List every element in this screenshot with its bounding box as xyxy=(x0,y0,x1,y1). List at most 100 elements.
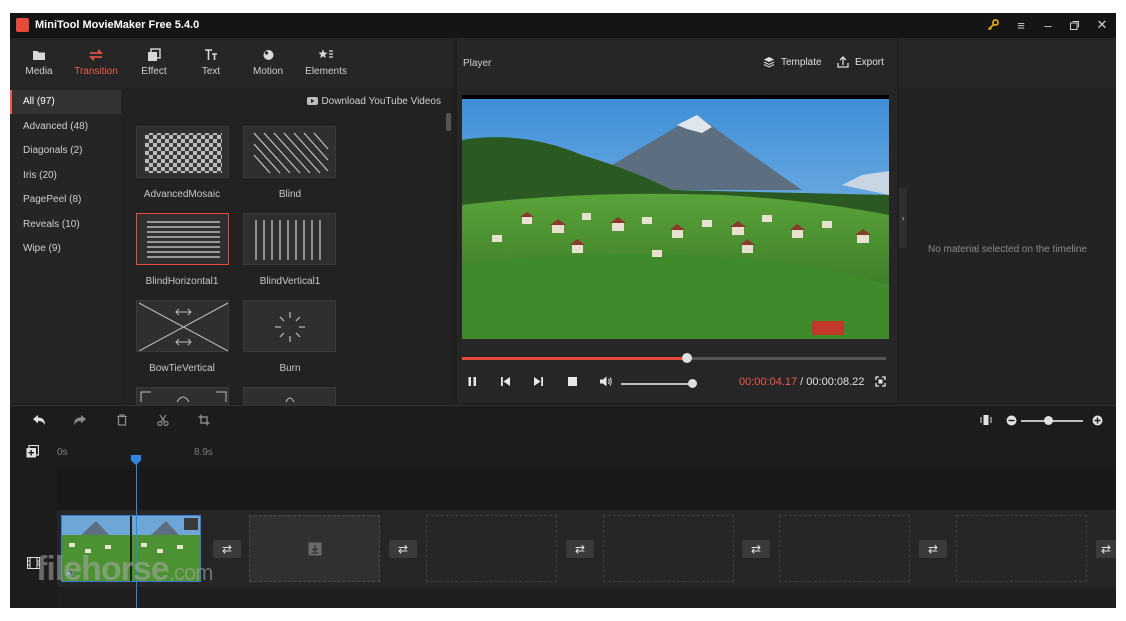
playback-progress-handle[interactable] xyxy=(681,353,692,363)
stop-button[interactable] xyxy=(567,376,578,390)
fit-timeline-button[interactable] xyxy=(980,414,992,429)
player-panel: Player Template Export 00:00:04.17 / 00:… xyxy=(457,38,897,403)
stop-icon xyxy=(568,377,577,386)
minimize-icon[interactable]: – xyxy=(1040,17,1056,33)
transition-slot-5[interactable]: ⇄ xyxy=(919,540,947,558)
add-track-icon xyxy=(26,444,40,458)
transition-thumb-blind[interactable] xyxy=(243,126,336,178)
zoom-slider-handle[interactable] xyxy=(1044,416,1053,425)
app-window: MiniTool MovieMaker Free 5.4.0 ≡ – ✕ Med… xyxy=(10,13,1116,608)
split-button[interactable] xyxy=(157,414,169,429)
watermark-suffix: .com xyxy=(168,560,214,585)
add-track-button[interactable] xyxy=(26,444,40,463)
transition-thumb-partial-2[interactable] xyxy=(243,387,336,407)
transition-thumb-bowtievertical[interactable] xyxy=(136,300,229,352)
clip-drop-slot-1[interactable] xyxy=(249,515,380,582)
clip-drop-slot-5[interactable] xyxy=(956,515,1087,582)
transition-label-burn: Burn xyxy=(279,363,301,374)
layers-icon xyxy=(763,57,775,68)
properties-collapse-toggle[interactable]: › xyxy=(899,188,907,248)
undo-icon xyxy=(33,415,45,425)
next-frame-button[interactable] xyxy=(533,376,544,390)
player-header: Player Template Export xyxy=(457,38,897,88)
title-bar: MiniTool MovieMaker Free 5.4.0 ≡ – ✕ xyxy=(10,13,1116,38)
no-selection-message: No material selected on the timeline xyxy=(928,244,1087,255)
blind-vertical-pattern-icon xyxy=(255,220,321,260)
tab-effect[interactable]: Effect xyxy=(128,47,180,77)
clip-options-icon[interactable] xyxy=(184,518,198,530)
volume-icon xyxy=(600,376,612,387)
transition-thumb-burn[interactable] xyxy=(243,300,336,352)
elements-icon xyxy=(318,49,333,58)
transition-slot-3[interactable]: ⇄ xyxy=(566,540,594,558)
overlay-track[interactable] xyxy=(57,468,1116,510)
transition-thumb-blindhorizontal1[interactable] xyxy=(136,213,229,265)
crop-button[interactable] xyxy=(198,414,210,429)
transition-slot-1[interactable]: ⇄ xyxy=(213,540,241,558)
zoom-out-button[interactable] xyxy=(1006,414,1017,429)
download-youtube-link[interactable]: Download YouTube Videos xyxy=(307,96,441,107)
clip-drop-slot-4[interactable] xyxy=(779,515,910,582)
tab-text[interactable]: Text xyxy=(185,47,237,77)
transition-thumb-partial-1[interactable] xyxy=(136,387,229,407)
transition-icon xyxy=(89,49,103,61)
pause-button[interactable] xyxy=(467,376,478,390)
transition-category-list: All (97) Advanced (48) Diagonals (2) Iri… xyxy=(10,88,121,403)
category-all[interactable]: All (97) xyxy=(10,90,121,114)
playback-progress-bar[interactable] xyxy=(462,353,886,363)
app-title: MiniTool MovieMaker Free 5.4.0 xyxy=(35,19,200,31)
clip-drop-slot-2[interactable] xyxy=(426,515,557,582)
key-icon[interactable] xyxy=(985,17,1001,33)
maximize-icon[interactable] xyxy=(1066,17,1082,33)
clip-drop-slot-3[interactable] xyxy=(603,515,734,582)
category-diagonals[interactable]: Diagonals (2) xyxy=(10,139,121,163)
timeline-ruler[interactable]: 0s 8.9s xyxy=(10,437,1116,468)
template-button[interactable]: Template xyxy=(763,56,822,68)
playback-progress-fill xyxy=(462,357,687,360)
gallery-scrollbar[interactable] xyxy=(446,113,451,131)
fullscreen-icon xyxy=(875,376,886,387)
menu-icon[interactable]: ≡ xyxy=(1013,17,1029,33)
swap-arrows-icon: ⇄ xyxy=(221,542,233,556)
volume-slider[interactable] xyxy=(621,383,693,385)
library-toolbar: Media Transition Effect Text Motion Elem… xyxy=(10,38,453,88)
effect-icon xyxy=(148,48,161,61)
tab-media[interactable]: Media xyxy=(13,47,65,77)
close-icon[interactable]: ✕ xyxy=(1094,17,1110,33)
app-logo-icon xyxy=(16,18,29,32)
category-pagepeel[interactable]: PagePeel (8) xyxy=(10,188,121,212)
transition-thumb-blindvertical1[interactable] xyxy=(243,213,336,265)
transition-slot-2[interactable]: ⇄ xyxy=(389,540,417,558)
category-iris[interactable]: Iris (20) xyxy=(10,164,121,188)
previous-frame-button[interactable] xyxy=(500,376,511,390)
swap-arrows-icon: ⇄ xyxy=(1100,542,1112,556)
export-button[interactable]: Export xyxy=(837,56,884,68)
category-wipe[interactable]: Wipe (9) xyxy=(10,237,121,261)
crop-icon xyxy=(198,414,210,426)
transition-thumb-advancedmosaic[interactable] xyxy=(136,126,229,178)
undo-button[interactable] xyxy=(32,414,46,429)
fullscreen-button[interactable] xyxy=(875,376,886,390)
playback-timecode: 00:00:04.17 / 00:00:08.22 xyxy=(739,376,864,388)
zoom-in-button[interactable] xyxy=(1092,414,1103,429)
current-time: 00:00:04.17 xyxy=(739,376,798,388)
trash-icon xyxy=(117,414,127,426)
transition-gallery: Download YouTube Videos AdvancedMosaic B… xyxy=(121,88,453,407)
tab-elements[interactable]: Elements xyxy=(300,47,352,77)
motion-icon xyxy=(263,50,274,60)
swap-arrows-icon: ⇄ xyxy=(397,542,409,556)
export-label: Export xyxy=(855,56,884,68)
redo-button[interactable] xyxy=(73,414,87,429)
tab-motion[interactable]: Motion xyxy=(242,47,294,77)
category-reveals[interactable]: Reveals (10) xyxy=(10,213,121,237)
tab-transition[interactable]: Transition xyxy=(70,47,122,77)
transition-slot-4[interactable]: ⇄ xyxy=(742,540,770,558)
transition-slot-6[interactable]: ⇄ xyxy=(1096,540,1116,558)
blind-horizontal-pattern-icon xyxy=(147,221,220,258)
watermark-text: filehorse xyxy=(36,550,170,588)
volume-slider-handle[interactable] xyxy=(688,379,697,388)
delete-button[interactable] xyxy=(116,414,128,429)
video-preview[interactable] xyxy=(462,95,889,339)
volume-button[interactable] xyxy=(599,376,613,390)
category-advanced[interactable]: Advanced (48) xyxy=(10,115,121,139)
